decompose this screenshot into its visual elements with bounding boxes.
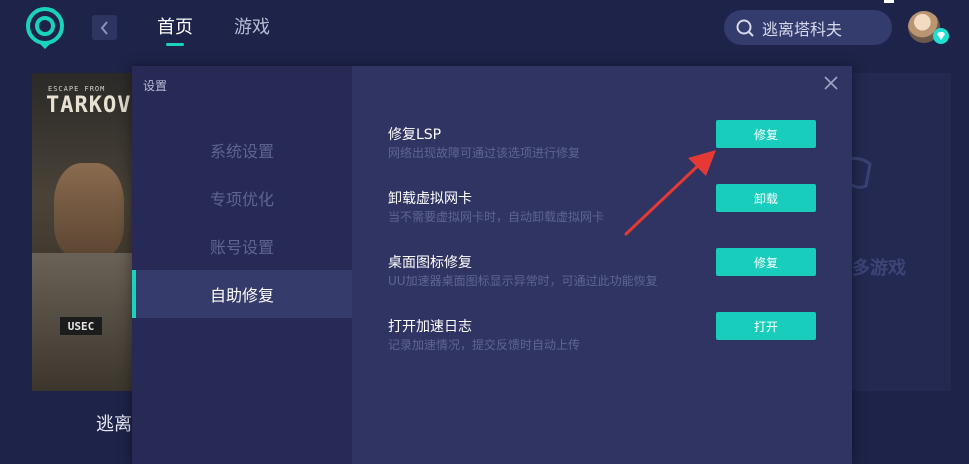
sidebar-item-label: 账号设置 <box>210 238 275 257</box>
open-acceleration-log-button[interactable]: 打开 <box>716 312 816 340</box>
search-icon <box>736 19 754 37</box>
app-logo-icon[interactable] <box>24 6 66 50</box>
open-acceleration-log-row: 打开加速日志 记录加速情况，提交反馈时自动上传 打开 <box>388 312 828 356</box>
row-description: 当不需要虚拟网卡时，自动卸载虚拟网卡 <box>388 210 605 224</box>
active-tab-indicator <box>166 43 184 46</box>
sidebar-item-system-settings[interactable]: 系统设置 <box>132 126 352 174</box>
settings-sidebar: 设置 系统设置 专项优化 账号设置 自助修复 <box>132 66 352 464</box>
sidebar-item-label: 自助修复 <box>210 286 275 305</box>
game-card-cover[interactable]: ESCAPE FROM TARKOV USEC <box>32 73 134 391</box>
repair-lsp-button[interactable]: 修复 <box>716 120 816 148</box>
tab-games[interactable]: 游戏 <box>234 16 270 40</box>
row-description: UU加速器桌面图标显示异常时，可通过此功能恢复 <box>388 274 658 288</box>
diamond-icon <box>933 28 949 44</box>
desktop-icon-repair-row: 桌面图标修复 UU加速器桌面图标显示异常时，可通过此功能恢复 修复 <box>388 248 828 292</box>
top-bar: 首页 游戏 <box>0 0 969 58</box>
search-input[interactable] <box>760 17 884 38</box>
search-box[interactable] <box>724 10 892 45</box>
row-title: 卸载虚拟网卡 <box>388 191 472 207</box>
tab-home[interactable]: 首页 <box>157 16 193 40</box>
cover-art-subtitle: ESCAPE FROM <box>48 85 106 93</box>
uninstall-virtual-nic-button[interactable]: 卸载 <box>716 184 816 212</box>
cover-art-patch: USEC <box>60 317 102 335</box>
sidebar-item-label: 专项优化 <box>210 190 275 209</box>
minimize-icon[interactable] <box>884 0 894 4</box>
close-icon[interactable] <box>822 74 840 92</box>
background-card-right[interactable] <box>852 73 951 391</box>
desktop-icon-repair-button[interactable]: 修复 <box>716 248 816 276</box>
cover-art-figure <box>54 163 124 259</box>
row-description: 记录加速情况，提交反馈时自动上传 <box>388 338 581 352</box>
sidebar-item-account-settings[interactable]: 账号设置 <box>132 222 352 270</box>
repair-lsp-row: 修复LSP 网络出现故障可通过该选项进行修复 修复 <box>388 120 828 164</box>
sidebar-item-label: 系统设置 <box>210 142 275 161</box>
modal-title: 设置 <box>143 79 168 93</box>
row-title: 桌面图标修复 <box>388 255 472 271</box>
sidebar-item-self-repair[interactable]: 自助修复 <box>132 270 352 318</box>
uninstall-virtual-nic-row: 卸载虚拟网卡 当不需要虚拟网卡时，自动卸载虚拟网卡 卸载 <box>388 184 828 228</box>
row-description: 网络出现故障可通过该选项进行修复 <box>388 146 581 160</box>
sidebar-item-optimization[interactable]: 专项优化 <box>132 174 352 222</box>
settings-modal: 设置 系统设置 专项优化 账号设置 自助修复 修复LSP 网络出现故障可通过该选… <box>132 66 852 464</box>
row-title: 打开加速日志 <box>388 319 472 335</box>
row-title: 修复LSP <box>388 127 442 143</box>
game-card-label[interactable]: 逃离 <box>96 410 132 436</box>
cover-art-title: TARKOV <box>46 93 132 118</box>
background-card-right-text: 多游戏 <box>852 258 906 279</box>
chevron-left-icon <box>100 20 108 35</box>
back-button[interactable] <box>92 15 117 40</box>
